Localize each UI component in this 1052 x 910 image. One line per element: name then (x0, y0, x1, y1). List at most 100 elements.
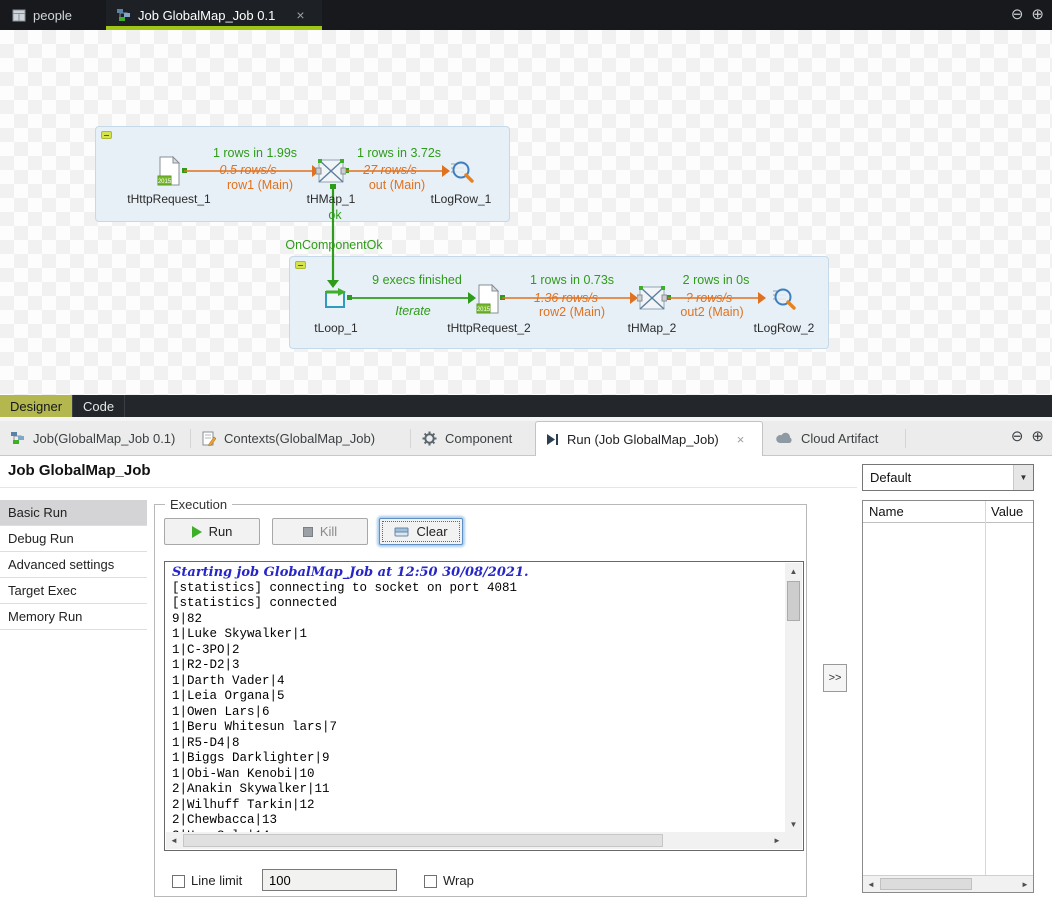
tab-label: Component (445, 431, 512, 446)
divider (410, 429, 411, 448)
minimize-panel-icon[interactable]: ⊖ (1011, 427, 1024, 445)
sidebar-item-advanced-settings[interactable]: Advanced settings (0, 552, 147, 578)
component-label[interactable]: tHttpRequest_2 (447, 321, 530, 335)
loop-icon (322, 286, 348, 312)
tab-designer[interactable]: Designer (0, 395, 73, 417)
connection-rate: ? rows/s (686, 291, 733, 305)
scroll-left-icon[interactable]: ◄ (166, 832, 182, 849)
run-panel: Job GlobalMap_Job Basic Run Debug Run Ad… (0, 456, 1052, 910)
tab-contexts[interactable]: Contexts(GlobalMap_Job) (192, 421, 385, 455)
context-table: Name Value ◄ ► (862, 500, 1034, 893)
connection-stats: 2 rows in 0s (683, 273, 750, 287)
collapse-subjob-icon[interactable] (295, 261, 306, 269)
scrollbar-thumb[interactable] (880, 878, 972, 890)
job-icon (10, 431, 25, 445)
scroll-right-icon[interactable]: ► (769, 832, 785, 849)
scrollbar-thumb[interactable] (787, 581, 800, 621)
column-header-value: Value (991, 504, 1023, 519)
tab-people[interactable]: people (2, 0, 82, 30)
job-icon (116, 8, 131, 22)
horizontal-scrollbar[interactable]: ◄ ► (863, 875, 1033, 892)
collapse-subjob-icon[interactable] (101, 131, 112, 139)
connection-label[interactable]: row2 (Main) (539, 305, 605, 319)
line-limit-checkbox[interactable] (172, 875, 185, 888)
scroll-left-icon[interactable]: ◄ (863, 876, 879, 892)
component-tlogrow-1[interactable] (448, 159, 474, 189)
horizontal-scrollbar[interactable]: ◄ ► (166, 832, 785, 849)
svg-text:2015: 2015 (158, 179, 172, 185)
trigger-ok-label[interactable]: ok (328, 208, 341, 222)
component-label[interactable]: tHttpRequest_1 (127, 192, 210, 206)
column-header-name: Name (869, 504, 904, 519)
job-designer-canvas[interactable]: 2015 (0, 30, 1052, 395)
connection-rate: 1.36 rows/s (534, 291, 598, 305)
connection-label[interactable]: out2 (Main) (680, 305, 743, 319)
scroll-up-icon[interactable]: ▲ (785, 563, 802, 579)
maximize-panel-icon[interactable]: ⊕ (1031, 427, 1044, 445)
minimize-view-icon[interactable]: ⊖ (1011, 5, 1024, 23)
component-thttprequest-1[interactable]: 2015 (157, 156, 181, 191)
line-limit-input[interactable] (262, 869, 397, 891)
kill-button[interactable]: Kill (272, 518, 368, 545)
component-label[interactable]: tLogRow_2 (754, 321, 815, 335)
cloud-icon (775, 432, 793, 444)
context-select[interactable]: Default ▼ (862, 464, 1034, 491)
divider (190, 429, 191, 448)
scrollbar-corner (785, 832, 802, 849)
tab-job[interactable]: Job(GlobalMap_Job 0.1) (0, 421, 185, 455)
console-lines: [statistics] connecting to socket on por… (172, 581, 779, 833)
component-tloop-1[interactable] (322, 286, 348, 317)
connection-stats: 9 execs finished (372, 273, 462, 287)
http-request-icon: 2015 (157, 156, 181, 186)
component-label[interactable]: tLogRow_1 (431, 192, 492, 206)
connection-label[interactable]: out (Main) (369, 178, 425, 192)
tab-label: Job(GlobalMap_Job 0.1) (33, 431, 175, 446)
table-icon (12, 9, 26, 22)
close-icon[interactable]: × (737, 432, 745, 447)
component-tlogrow-2[interactable] (770, 286, 796, 316)
vertical-scrollbar[interactable]: ▲ ▼ (785, 563, 802, 832)
scroll-right-icon[interactable]: ► (1017, 876, 1033, 892)
component-thmap-2[interactable] (637, 284, 667, 317)
clear-button[interactable]: Clear (379, 518, 463, 545)
execution-console[interactable]: Starting job GlobalMap_Job at 12:50 30/0… (164, 561, 804, 851)
console-output[interactable]: Starting job GlobalMap_Job at 12:50 30/0… (166, 563, 785, 832)
close-icon[interactable]: × (296, 7, 304, 23)
sidebar-item-debug-run[interactable]: Debug Run (0, 526, 147, 552)
scrollbar-thumb[interactable] (183, 834, 663, 847)
trigger-label[interactable]: OnComponentOk (285, 238, 382, 252)
contexts-icon (202, 431, 216, 446)
page-title: Job GlobalMap_Job (8, 462, 151, 479)
chevron-down-icon[interactable]: ▼ (1013, 465, 1033, 490)
tab-run[interactable]: Run (Job GlobalMap_Job) × (535, 421, 763, 456)
magnifier-icon (770, 286, 796, 311)
wrap-label[interactable]: Wrap (443, 873, 474, 888)
sidebar-item-memory-run[interactable]: Memory Run (0, 604, 147, 630)
maximize-view-icon[interactable]: ⊕ (1031, 5, 1044, 23)
divider (905, 429, 906, 448)
connection-stats: 1 rows in 0.73s (530, 273, 614, 287)
http-request-icon: 2015 (476, 284, 500, 314)
line-limit-label[interactable]: Line limit (191, 873, 242, 888)
component-label[interactable]: tHMap_2 (628, 321, 677, 335)
component-thttprequest-2[interactable]: 2015 (476, 284, 500, 319)
sidebar-item-target-exec[interactable]: Target Exec (0, 578, 147, 604)
component-thmap-1[interactable] (316, 157, 346, 190)
connection-label[interactable]: row1 (Main) (227, 178, 293, 192)
tab-label: Cloud Artifact (801, 431, 878, 446)
tab-component[interactable]: Component (412, 421, 522, 455)
run-button[interactable]: Run (164, 518, 260, 545)
tab-job-globalmap[interactable]: Job GlobalMap_Job 0.1 × (106, 0, 322, 30)
expand-context-button[interactable]: >> (823, 664, 847, 692)
scroll-down-icon[interactable]: ▼ (785, 816, 802, 832)
tab-cloud-artifact[interactable]: Cloud Artifact (765, 421, 888, 455)
wrap-checkbox[interactable] (424, 875, 437, 888)
view-switch-bar: Designer Code (0, 395, 1052, 417)
connection-rate: 0.5 rows/s (220, 163, 277, 177)
component-label[interactable]: tHMap_1 (307, 192, 356, 206)
component-label[interactable]: tLoop_1 (314, 321, 357, 335)
connection-label[interactable]: Iterate (395, 304, 430, 318)
sidebar-item-basic-run[interactable]: Basic Run (0, 500, 147, 526)
connection-rate: 27 rows/s (363, 163, 417, 177)
tab-code[interactable]: Code (73, 395, 125, 417)
